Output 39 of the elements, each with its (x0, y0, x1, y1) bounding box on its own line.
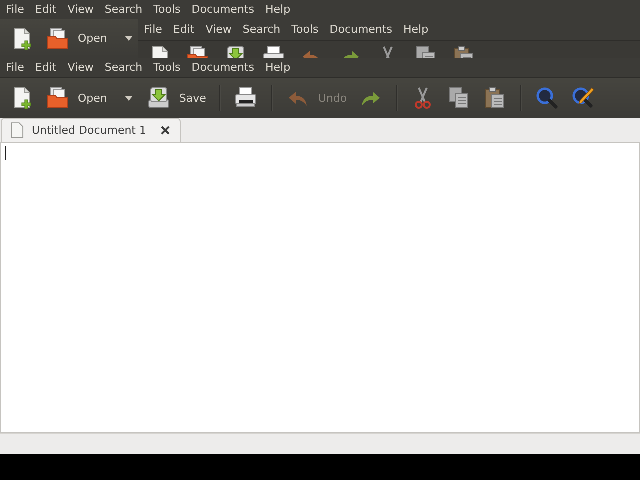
menu-item[interactable]: Tools (148, 61, 186, 74)
menu-item[interactable]: Documents (186, 3, 260, 16)
text-cursor (5, 146, 6, 160)
menu-item[interactable]: File (0, 3, 30, 16)
save-button[interactable]: Save (141, 82, 212, 114)
menu-item[interactable]: Edit (29, 3, 62, 16)
close-icon[interactable] (160, 126, 170, 135)
search-icon (535, 86, 560, 110)
menu-item[interactable]: Search (98, 61, 148, 74)
caret-icon (125, 36, 134, 41)
save-icon (147, 86, 172, 110)
menu-item[interactable]: Search (98, 3, 148, 16)
menu-item[interactable]: Help (259, 61, 296, 74)
printer-icon (234, 86, 258, 110)
menu-item[interactable]: View (200, 23, 237, 36)
menu-item[interactable]: Documents (186, 61, 260, 74)
menu-item[interactable]: Tools (286, 23, 324, 36)
document-icon (11, 122, 24, 139)
open-button[interactable]: Open (40, 22, 114, 54)
open-button[interactable]: Open (40, 82, 114, 114)
menu-item[interactable]: File (0, 61, 30, 74)
caret-icon (125, 96, 134, 100)
folder-icon (46, 86, 70, 110)
menu-item[interactable]: Tools (148, 3, 186, 16)
menu-item[interactable]: File (138, 23, 168, 36)
copy-icon (447, 86, 472, 110)
folder-icon (46, 26, 70, 50)
menu-item[interactable]: Edit (167, 23, 200, 36)
menu-item[interactable]: Documents (324, 23, 398, 36)
menu-item[interactable]: View (62, 3, 99, 16)
clipboard-icon (483, 86, 508, 110)
tab-label: Untitled Document 1 (32, 124, 146, 137)
menu-item[interactable]: Edit (29, 61, 62, 74)
magnifier-pencil-icon (571, 86, 596, 110)
document-tab[interactable]: Untitled Document 1 (1, 118, 180, 142)
menu-item[interactable]: View (62, 61, 99, 74)
menu-item[interactable]: Help (397, 23, 434, 36)
menu-item[interactable]: Help (259, 3, 296, 16)
menu-item[interactable]: Search (236, 23, 286, 36)
